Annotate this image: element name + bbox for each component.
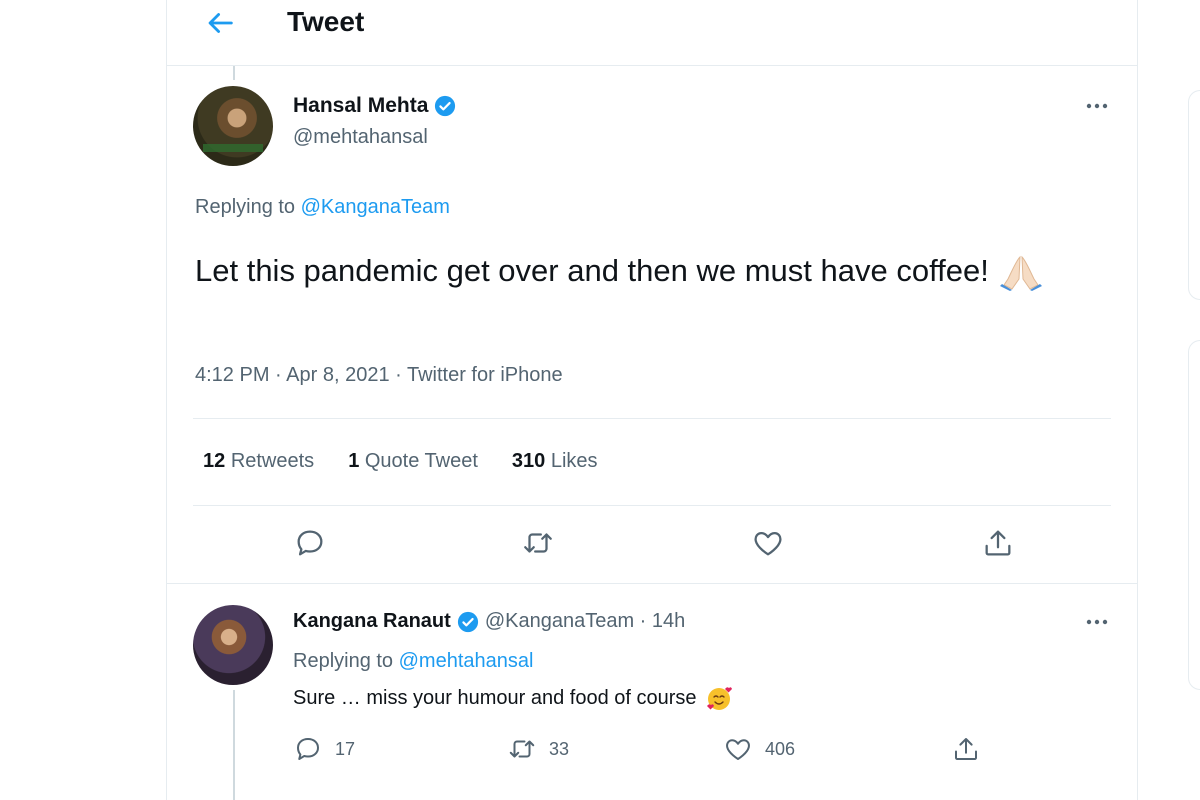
replying-prefix: Replying to [195, 196, 296, 218]
arrow-left-icon [208, 13, 233, 33]
tweet-body: Let this pandemic get over and then we m… [195, 253, 989, 288]
folded-hands-emoji-icon [999, 255, 1042, 291]
thread-line [233, 690, 235, 800]
more-button[interactable] [1083, 610, 1111, 634]
divider [193, 418, 1111, 419]
retweet-icon [509, 740, 535, 758]
reply-count: 17 [335, 738, 356, 759]
like-button[interactable]: 406 [723, 734, 795, 764]
more-dots-icon [1086, 103, 1108, 109]
retweet-icon [524, 533, 552, 553]
retweet-button[interactable] [521, 526, 555, 560]
sidebar-card-edge [1188, 340, 1200, 690]
sidebar-card-edge [1188, 90, 1200, 300]
verified-badge-icon [435, 95, 456, 117]
replying-to: Replying to @KanganaTeam [195, 196, 450, 219]
reply-icon [297, 530, 323, 556]
reply-button[interactable] [293, 526, 327, 560]
like-count: 406 [765, 738, 796, 759]
reply-icon [297, 738, 319, 760]
share-button[interactable] [951, 734, 981, 764]
reply-text: Sure … miss your humour and food of cour… [293, 684, 733, 712]
divider [167, 583, 1137, 584]
page-title: Tweet [287, 6, 365, 37]
replying-to: Replying to @mehtahansal [293, 650, 533, 673]
share-icon [955, 738, 977, 760]
author-name-row[interactable]: Hansal Mehta [293, 94, 456, 118]
avatar[interactable] [193, 605, 273, 685]
likes-label: Likes [550, 450, 598, 472]
retweet-count: 33 [549, 738, 570, 759]
heart-icon [726, 739, 750, 760]
verified-badge-icon [457, 611, 478, 632]
author-name[interactable]: Kangana Ranaut [293, 610, 451, 633]
replying-to-link[interactable]: @KanganaTeam [301, 196, 450, 218]
tweet-stats: 12 Retweets 1 Quote Tweet 310 Likes [203, 450, 598, 473]
smiling-face-with-hearts-emoji-icon [706, 687, 732, 710]
tweet-meta[interactable]: 4:12 PM · Apr 8, 2021 · Twitter for iPho… [195, 364, 563, 387]
more-dots-icon [1086, 619, 1108, 625]
tweet-text: Let this pandemic get over and then we m… [195, 248, 1095, 294]
primary-column: Tweet Hansal Mehta @mehtahansal Replying… [166, 0, 1138, 800]
quotes-count: 1 [348, 450, 360, 472]
likes-stat[interactable]: 310 Likes [512, 450, 598, 473]
likes-count: 310 [511, 450, 546, 472]
divider [193, 505, 1111, 506]
replying-to-link[interactable]: @mehtahansal [399, 650, 534, 672]
share-button[interactable] [981, 526, 1015, 560]
author-name: Hansal Mehta [293, 94, 429, 117]
back-button[interactable] [203, 6, 237, 40]
author-handle[interactable]: @mehtahansal [293, 126, 428, 149]
like-button[interactable] [751, 526, 785, 560]
thread-line [233, 66, 235, 80]
reply-body: Sure … miss your humour and food of cour… [293, 686, 697, 709]
retweets-label: Retweets [230, 450, 315, 472]
quotes-label: Quote Tweet [364, 450, 478, 472]
replying-prefix: Replying to [293, 650, 394, 672]
retweet-button[interactable]: 33 [507, 734, 569, 764]
share-icon [985, 530, 1011, 556]
more-button[interactable] [1083, 94, 1111, 118]
retweets-stat[interactable]: 12 Retweets [203, 450, 314, 473]
quotes-stat[interactable]: 1 Quote Tweet [348, 450, 478, 473]
avatar[interactable] [193, 86, 273, 166]
reply-author-row: Kangana Ranaut @KanganaTeam · 14h [293, 610, 685, 633]
reply-button[interactable]: 17 [293, 734, 355, 764]
author-handle-time[interactable]: @KanganaTeam · 14h [485, 610, 685, 633]
page-header: Tweet [167, 0, 1137, 66]
heart-icon [754, 531, 782, 556]
retweets-count: 12 [203, 450, 226, 472]
